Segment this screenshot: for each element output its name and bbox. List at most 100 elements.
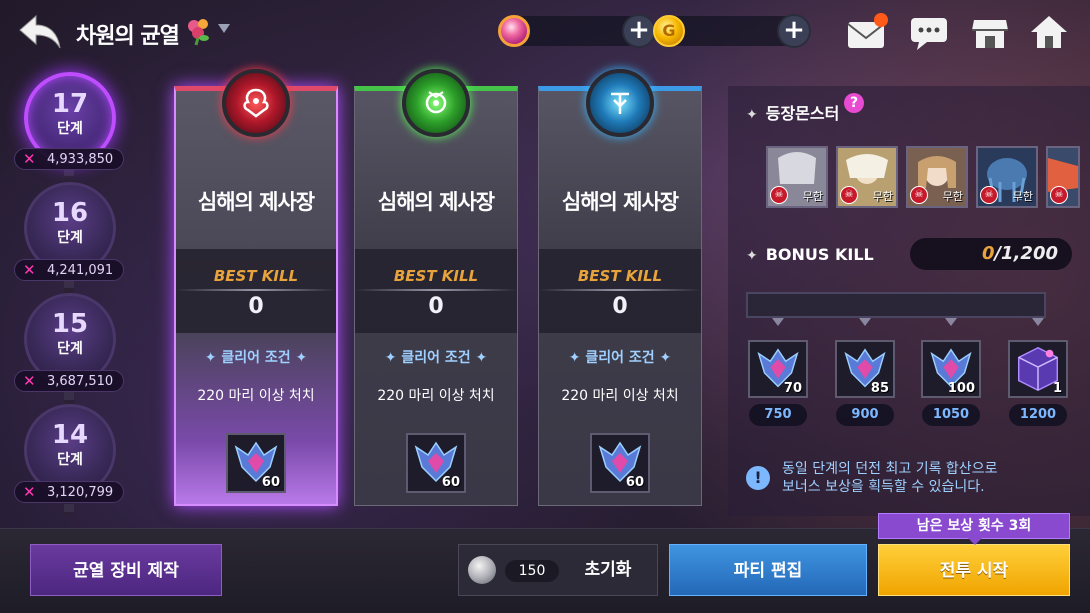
info-icon: ! (746, 466, 770, 490)
party-edit-button[interactable]: 파티 편집 (669, 544, 867, 596)
sword-icon: ✕ (23, 483, 36, 501)
dungeon-card[interactable]: 심해의 제사장 BEST KILL 0 ✦ 클리어 조건 ✦ 220 마리 이상… (538, 69, 702, 506)
monster-portrait[interactable]: ☠ 무한 (906, 146, 968, 208)
best-kill-value: 0 (248, 294, 264, 319)
info-line: 동일 단계의 던전 최고 기록 합산으로 (782, 461, 998, 477)
stage-score-value: 3,687,510 (47, 374, 114, 389)
bonus-threshold: 1050 (922, 404, 980, 426)
bonus-reward-qty: 70 (783, 381, 802, 396)
stage-score: ✕ 3,687,510 (14, 370, 124, 392)
monster-tag: 무한 (872, 190, 893, 203)
best-band (176, 249, 336, 333)
add-gem-button[interactable]: + (622, 14, 656, 48)
bonus-reward-item[interactable]: 1 (1008, 340, 1068, 398)
bonus-threshold: 900 (836, 404, 894, 426)
bonus-threshold: 1200 (1009, 404, 1067, 426)
monster-tag: 무한 (802, 190, 823, 203)
monster-portrait[interactable]: ☠ 무한 (766, 146, 828, 208)
monster-tag: 무한 (1012, 190, 1033, 203)
dungeon-emblem-icon (402, 69, 470, 137)
reward-item[interactable]: 60 (406, 433, 466, 493)
clear-condition-title: ✦ 클리어 조건 ✦ (568, 350, 672, 366)
gem-icon (498, 15, 530, 47)
stage-score-value: 4,933,850 (47, 152, 114, 167)
progress-marker (945, 318, 957, 326)
page-title: 차원의 균열 (76, 24, 180, 49)
skull-icon: ☠ (910, 186, 928, 204)
add-gold-button[interactable]: + (777, 14, 811, 48)
divider (539, 289, 701, 291)
dungeon-card[interactable]: 심해의 제사장 BEST KILL 0 ✦ 클리어 조건 ✦ 220 마리 이상… (354, 69, 518, 506)
stage-unit: 단계 (57, 452, 83, 468)
start-battle-button[interactable]: 전투 시작 (878, 544, 1070, 596)
info-text: 동일 단계의 던전 최고 기록 합산으로 보너스 보상을 획득할 수 있습니다. (782, 460, 997, 496)
bonus-threshold: 750 (749, 404, 807, 426)
monsters-title: ✦ 등장몬스터 (746, 100, 839, 124)
stage-unit: 단계 (57, 230, 83, 246)
chat-icon[interactable] (907, 12, 951, 52)
gold-currency: G + (653, 14, 811, 48)
reset-label: 초기화 (584, 560, 632, 580)
bonus-kill-title-text: BONUS KILL (765, 245, 874, 264)
stage-number: 14 (51, 420, 89, 450)
best-kill-label: BEST KILL (213, 267, 299, 285)
stage-score: ✕ 3,120,799 (14, 481, 124, 503)
progress-marker (859, 318, 871, 326)
bonus-reward-item[interactable]: 70 (748, 340, 808, 398)
stage-number: 16 (51, 198, 89, 228)
skull-icon: ☠ (840, 186, 858, 204)
stage-score: ✕ 4,241,091 (14, 259, 124, 281)
reset-cost: 150 (505, 560, 559, 582)
best-kill-label: BEST KILL (577, 267, 663, 285)
chevron-down-icon[interactable] (218, 24, 230, 33)
skull-icon: ☠ (1050, 186, 1068, 204)
monster-portrait[interactable]: ☠ (1046, 146, 1080, 208)
dungeon-name: 심해의 제사장 (561, 190, 679, 214)
reward-qty: 60 (261, 475, 280, 490)
sword-icon: ✕ (23, 261, 36, 279)
remaining-rewards-badge: 남은 보상 횟수 3회 (878, 513, 1070, 539)
progress-marker (1032, 318, 1044, 326)
bonus-reward-item[interactable]: 100 (921, 340, 981, 398)
info-line: 보너스 보상을 획득할 수 있습니다. (782, 479, 985, 495)
bonus-reward-qty: 85 (870, 381, 889, 396)
top-bar: 차원의 균열 + G + (0, 0, 1090, 66)
back-arrow-icon[interactable] (18, 12, 64, 52)
dungeon-card[interactable]: 심해의 제사장 BEST KILL 0 ✦ 클리어 조건 ✦ 220 마리 이상… (174, 69, 338, 506)
reward-item[interactable]: 60 (226, 433, 286, 493)
best-kill-value: 0 (612, 294, 628, 319)
best-kill-label: BEST KILL (393, 267, 479, 285)
dungeon-emblem-icon (586, 69, 654, 137)
sparkle-icon: ✦ (746, 107, 758, 123)
gold-coin-icon: G (653, 15, 685, 47)
best-band (539, 249, 701, 333)
gem-currency: + (498, 14, 656, 48)
monster-portrait[interactable]: ☠ 무한 (976, 146, 1038, 208)
stage-score-value: 4,241,091 (47, 263, 114, 278)
clear-condition-title: ✦ 클리어 조건 ✦ (204, 350, 308, 366)
stage-unit: 단계 (57, 121, 83, 137)
divider (176, 289, 336, 291)
mail-icon[interactable] (845, 12, 889, 52)
help-icon[interactable]: ? (844, 93, 864, 113)
shop-icon[interactable] (968, 12, 1012, 52)
reward-item[interactable]: 60 (590, 433, 650, 493)
info-notice: ! 동일 단계의 던전 최고 기록 합산으로 보너스 보상을 획득할 수 있습니… (736, 450, 1076, 506)
monster-portrait[interactable]: ☠ 무한 (836, 146, 898, 208)
reward-qty: 60 (441, 475, 460, 490)
bonus-reward-item[interactable]: 85 (835, 340, 895, 398)
silver-coin-icon (468, 556, 496, 584)
home-icon[interactable] (1027, 12, 1071, 52)
monster-tag: 무한 (942, 190, 963, 203)
dungeon-emblem-icon (222, 69, 290, 137)
skull-icon: ☠ (770, 186, 788, 204)
clear-condition-title: ✦ 클리어 조건 ✦ (384, 350, 488, 366)
stage-unit: 단계 (57, 341, 83, 357)
badge-pointer (968, 538, 982, 545)
bonus-kill-title: ✦ BONUS KILL (746, 245, 874, 264)
bonus-progress-bar (746, 292, 1046, 318)
clear-condition: 220 마리 이상 처치 (377, 388, 495, 404)
sparkle-icon: ✦ (746, 248, 758, 264)
flower-icon (184, 16, 214, 52)
craft-equipment-button[interactable]: 균열 장비 제작 (30, 544, 222, 596)
